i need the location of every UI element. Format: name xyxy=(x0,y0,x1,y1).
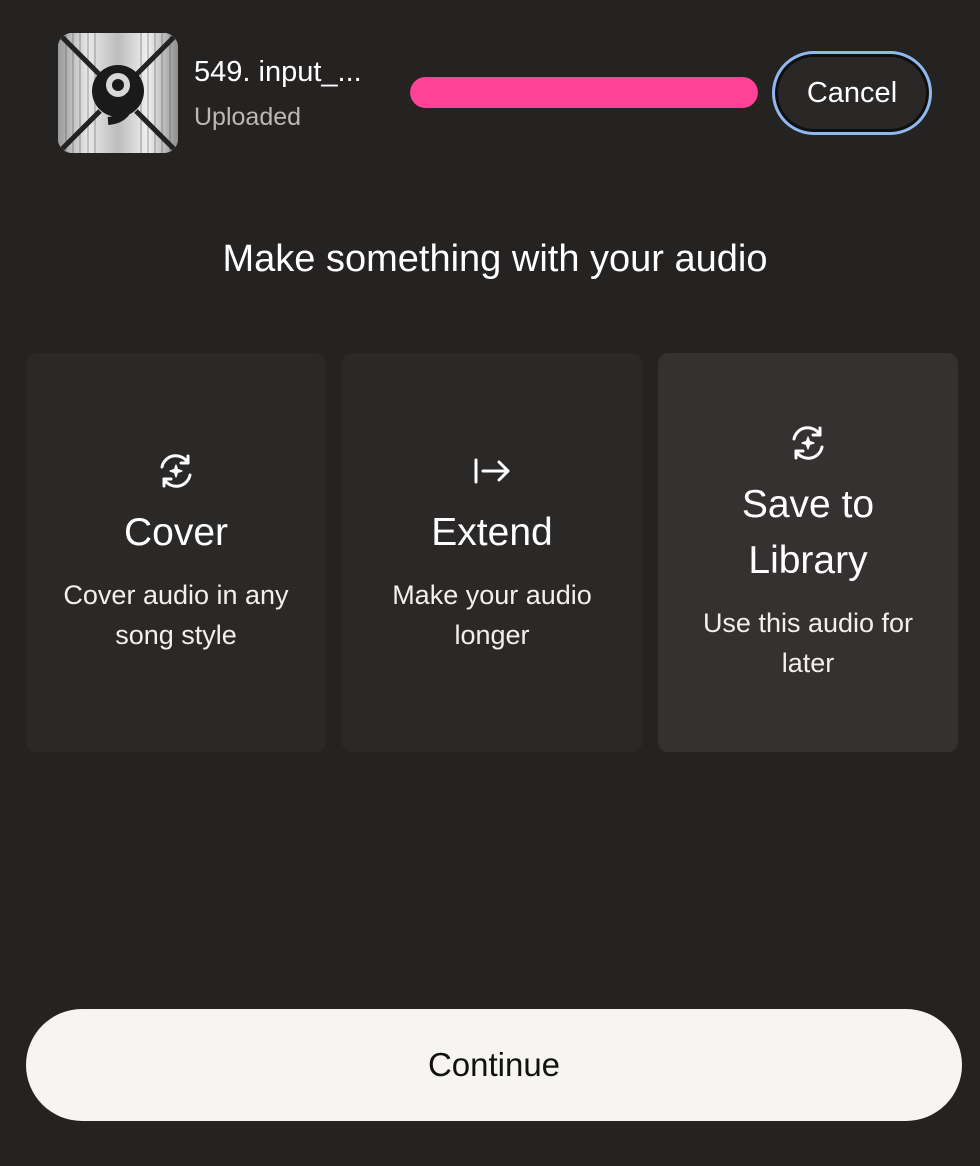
option-description: Make your audio longer xyxy=(392,579,592,650)
sparkle-cycle-icon xyxy=(788,423,828,463)
page-heading: Make something with your audio xyxy=(222,238,768,280)
option-card-extend[interactable]: Extend Make your audio longer xyxy=(342,353,642,752)
option-card-save-to-library[interactable]: Save to Library Use this audio for later xyxy=(658,353,958,752)
continue-button[interactable]: Continue xyxy=(26,1009,962,1121)
file-name: 549. input_... xyxy=(194,56,362,88)
option-description: Cover audio in any song style xyxy=(63,579,289,650)
audio-thumbnail xyxy=(58,33,178,153)
upload-progress-fill xyxy=(410,77,758,108)
option-card-cover[interactable]: Cover Cover audio in any song style xyxy=(26,353,326,752)
upload-dialog: 549. input_... Uploaded Cancel Make some… xyxy=(0,0,980,1166)
sparkle-cycle-icon xyxy=(156,451,196,491)
option-title: Save to Library xyxy=(741,482,875,582)
upload-progress-bar xyxy=(410,77,758,108)
option-description: Use this audio for later xyxy=(702,607,914,678)
extend-arrow-icon xyxy=(472,451,512,491)
cancel-button[interactable]: Cancel xyxy=(772,51,932,135)
upload-status: Uploaded xyxy=(194,103,302,131)
option-title: Cover xyxy=(123,510,229,554)
option-title: Extend xyxy=(431,510,553,554)
